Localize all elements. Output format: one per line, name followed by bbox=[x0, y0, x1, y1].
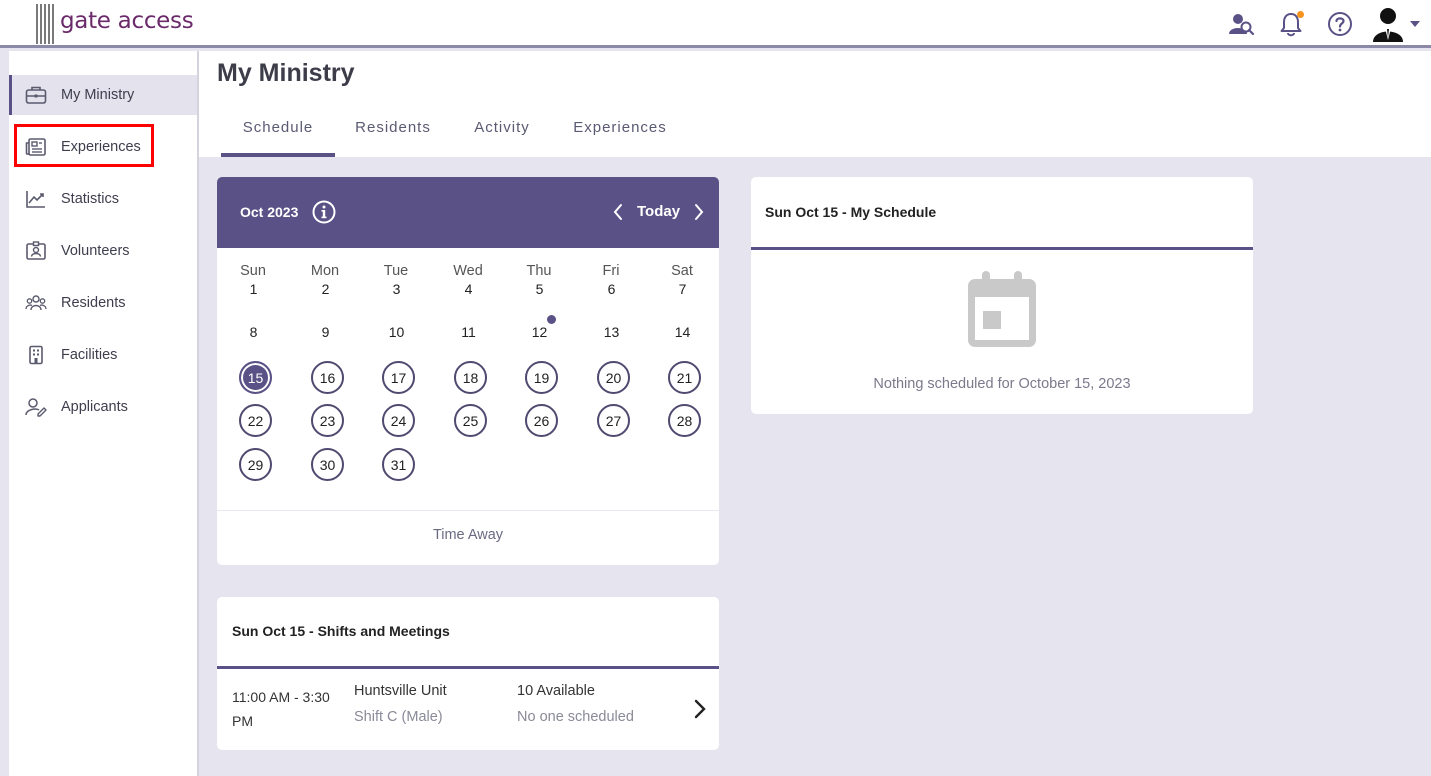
shift-time: 11:00 AM - 3:30 PM bbox=[232, 689, 330, 729]
tab-label: Activity bbox=[474, 119, 530, 136]
shift-status: No one scheduled bbox=[517, 709, 634, 725]
time-away-link[interactable]: Time Away bbox=[217, 527, 719, 543]
sidebar-item-label: Applicants bbox=[61, 399, 128, 415]
calendar-month-label: Oct 2023 bbox=[240, 204, 299, 220]
my-schedule-card: Sun Oct 15 - My Schedule Nothing schedul… bbox=[751, 177, 1253, 414]
logo-bars bbox=[36, 4, 56, 44]
sidebar-item-applicants[interactable]: Applicants bbox=[9, 387, 197, 427]
sidebar-item-label: Experiences bbox=[61, 139, 141, 155]
calendar-day[interactable]: 9 bbox=[309, 317, 342, 350]
sidebar-item-facilities[interactable]: Facilities bbox=[9, 335, 197, 375]
page-header: My Ministry Schedule Residents Activity … bbox=[199, 51, 1431, 157]
shift-available: 10 Available bbox=[517, 683, 595, 699]
calendar-day[interactable]: 5 bbox=[523, 274, 556, 307]
tab-activity[interactable]: Activity bbox=[461, 119, 543, 157]
calendar-day[interactable]: 25 bbox=[454, 404, 487, 437]
calendar-day[interactable]: 6 bbox=[595, 274, 628, 307]
calendar-day[interactable]: 16 bbox=[311, 361, 344, 394]
shift-name: Shift C (Male) bbox=[354, 709, 443, 725]
calendar-day[interactable]: 29 bbox=[239, 448, 272, 481]
calendar-day[interactable]: 14 bbox=[666, 317, 699, 350]
sidebar-item-residents[interactable]: Residents bbox=[9, 283, 197, 323]
sidebar-item-volunteers[interactable]: Volunteers bbox=[9, 231, 197, 271]
notification-dot bbox=[1297, 11, 1304, 18]
chevron-right-icon[interactable] bbox=[691, 697, 709, 721]
tab-label: Experiences bbox=[573, 119, 667, 136]
calendar-day[interactable]: 18 bbox=[454, 361, 487, 394]
calendar-day[interactable]: 26 bbox=[525, 404, 558, 437]
page-title: My Ministry bbox=[217, 59, 355, 87]
gate-access-logo[interactable]: gate access bbox=[36, 4, 194, 44]
logo-text: gate access bbox=[60, 8, 194, 34]
calendar-day[interactable]: 23 bbox=[311, 404, 344, 437]
chevron-right-icon[interactable] bbox=[691, 202, 707, 222]
building-icon bbox=[25, 344, 47, 366]
divider bbox=[751, 247, 1253, 250]
newspaper-icon bbox=[25, 136, 47, 158]
bell-icon[interactable] bbox=[1276, 9, 1306, 39]
empty-schedule-text: Nothing scheduled for October 15, 2023 bbox=[873, 376, 1131, 392]
info-icon[interactable] bbox=[312, 200, 336, 224]
sidebar-item-experiences[interactable]: Experiences bbox=[9, 127, 197, 167]
chevron-left-icon[interactable] bbox=[610, 202, 626, 222]
shift-unit: Huntsville Unit bbox=[354, 683, 447, 699]
calendar-card: Oct 2023 Today Sun Mon Tue Wed Thu Fri Sat 123… bbox=[217, 177, 719, 565]
divider bbox=[217, 510, 719, 511]
profile-menu[interactable] bbox=[1371, 6, 1421, 42]
caret-down-icon bbox=[1410, 21, 1420, 27]
calendar-day[interactable]: 8 bbox=[237, 317, 270, 350]
calendar-day[interactable]: 20 bbox=[597, 361, 630, 394]
sidebar-item-label: Volunteers bbox=[61, 243, 130, 259]
people-icon bbox=[25, 292, 47, 314]
tab-residents[interactable]: Residents bbox=[345, 119, 441, 157]
search-user-icon[interactable] bbox=[1227, 9, 1257, 39]
calendar-day[interactable]: 1 bbox=[237, 274, 270, 307]
schedule-title: Sun Oct 15 - My Schedule bbox=[765, 204, 937, 220]
calendar-day[interactable]: 21 bbox=[668, 361, 701, 394]
avatar bbox=[1373, 8, 1403, 42]
trend-chart-icon bbox=[25, 188, 47, 210]
calendar-day[interactable]: 28 bbox=[668, 404, 701, 437]
calendar-day[interactable]: 19 bbox=[525, 361, 558, 394]
shifts-title: Sun Oct 15 - Shifts and Meetings bbox=[232, 623, 450, 639]
sidebar-item-my-ministry[interactable]: My Ministry bbox=[9, 75, 197, 115]
top-bar: gate access bbox=[0, 0, 1431, 48]
shift-row[interactable]: 11:00 AM - 3:30 PM Huntsville Unit Shift… bbox=[217, 669, 719, 750]
user-edit-icon bbox=[25, 396, 47, 418]
sidebar-item-label: My Ministry bbox=[61, 87, 135, 103]
briefcase-icon bbox=[25, 84, 47, 106]
shifts-card: Sun Oct 15 - Shifts and Meetings 11:00 A… bbox=[217, 597, 719, 750]
help-icon[interactable] bbox=[1325, 9, 1355, 39]
tab-label: Schedule bbox=[242, 119, 314, 136]
event-dot bbox=[547, 315, 556, 324]
today-button[interactable]: Today bbox=[637, 203, 680, 220]
calendar-day[interactable]: 17 bbox=[382, 361, 415, 394]
calendar-day[interactable]: 7 bbox=[666, 274, 699, 307]
calendar-day[interactable]: 2 bbox=[309, 274, 342, 307]
badge-icon bbox=[25, 240, 47, 262]
calendar-empty-icon bbox=[968, 271, 1036, 347]
calendar-day[interactable]: 11 bbox=[452, 317, 485, 350]
sidebar: My Ministry Experiences Statistics Volun… bbox=[0, 51, 199, 776]
calendar-day[interactable]: 31 bbox=[382, 448, 415, 481]
calendar-day[interactable]: 13 bbox=[595, 317, 628, 350]
tab-schedule[interactable]: Schedule bbox=[221, 119, 335, 157]
sidebar-item-label: Statistics bbox=[61, 191, 120, 207]
calendar-day[interactable]: 10 bbox=[380, 317, 413, 350]
sidebar-item-label: Facilities bbox=[61, 347, 118, 363]
calendar-day[interactable]: 22 bbox=[239, 404, 272, 437]
sidebar-item-statistics[interactable]: Statistics bbox=[9, 179, 197, 219]
sidebar-item-label: Residents bbox=[61, 295, 126, 311]
calendar-day[interactable]: 30 bbox=[311, 448, 344, 481]
tab-experiences[interactable]: Experiences bbox=[565, 119, 675, 157]
calendar-day[interactable]: 3 bbox=[380, 274, 413, 307]
calendar-day[interactable]: 15 bbox=[239, 361, 272, 394]
calendar-day[interactable]: 4 bbox=[452, 274, 485, 307]
tab-label: Residents bbox=[355, 119, 431, 136]
header-actions bbox=[1208, 4, 1421, 44]
calendar-day[interactable]: 27 bbox=[597, 404, 630, 437]
calendar-header: Oct 2023 Today bbox=[217, 177, 719, 248]
calendar-day[interactable]: 24 bbox=[382, 404, 415, 437]
